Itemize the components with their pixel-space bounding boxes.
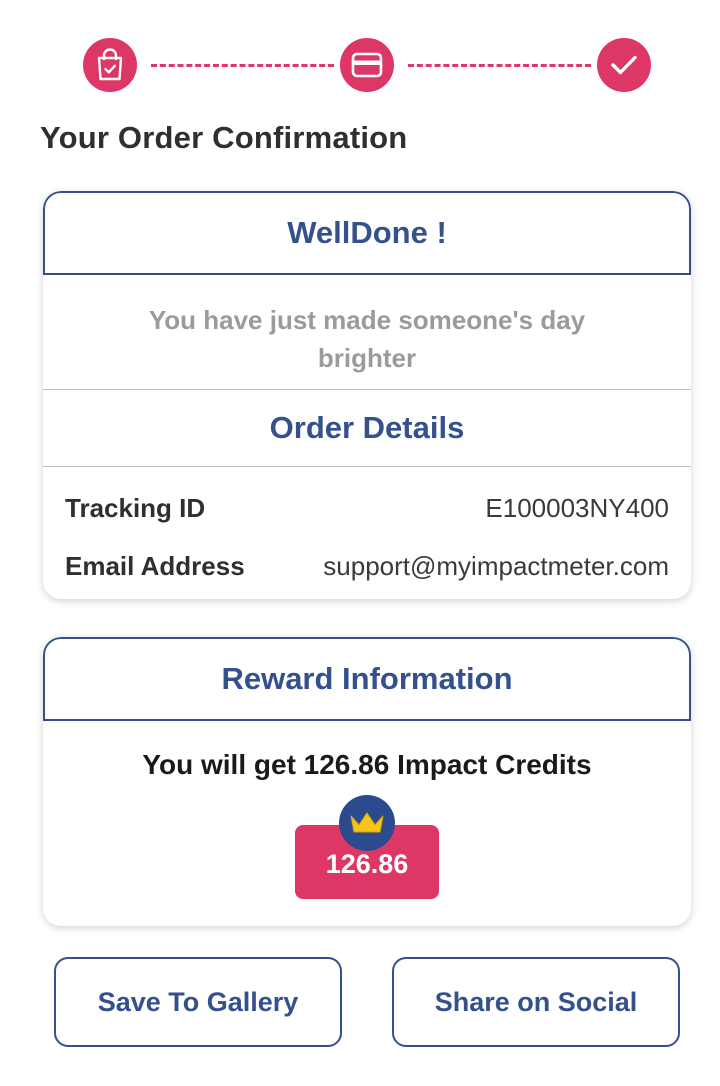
progress-stepper bbox=[83, 38, 651, 92]
email-address-row: Email Address support@myimpactmeter.com bbox=[43, 537, 691, 595]
confirmation-message: You have just made someone's day brighte… bbox=[43, 275, 691, 390]
step-cart bbox=[83, 38, 137, 92]
save-to-gallery-button[interactable]: Save To Gallery bbox=[54, 957, 342, 1047]
checkmark-icon bbox=[609, 53, 639, 77]
welldone-heading: WellDone ! bbox=[43, 191, 691, 275]
email-address-value: support@myimpactmeter.com bbox=[323, 550, 669, 581]
tracking-id-value: E100003NY400 bbox=[485, 492, 669, 523]
order-details-title: Order Details bbox=[43, 390, 691, 467]
impact-credits-badge: 126.86 bbox=[295, 795, 439, 905]
step-payment bbox=[340, 38, 394, 92]
credit-card-icon bbox=[351, 52, 383, 78]
crown-icon bbox=[339, 795, 395, 851]
step-connector bbox=[151, 64, 334, 67]
tracking-id-row: Tracking ID E100003NY400 bbox=[43, 479, 691, 537]
reward-information-card: Reward Information You will get 126.86 I… bbox=[43, 637, 691, 926]
reward-credits-text: You will get 126.86 Impact Credits bbox=[142, 749, 592, 780]
tracking-id-label: Tracking ID bbox=[65, 492, 206, 523]
shopping-bag-check-icon bbox=[95, 48, 125, 82]
email-address-label: Email Address bbox=[65, 550, 245, 581]
step-confirmation bbox=[597, 38, 651, 92]
step-connector bbox=[408, 64, 591, 67]
page-title: Your Order Confirmation bbox=[40, 120, 408, 155]
order-confirmation-card: WellDone ! You have just made someone's … bbox=[43, 191, 691, 599]
share-on-social-button[interactable]: Share on Social bbox=[392, 957, 680, 1047]
reward-information-heading: Reward Information bbox=[43, 637, 691, 721]
